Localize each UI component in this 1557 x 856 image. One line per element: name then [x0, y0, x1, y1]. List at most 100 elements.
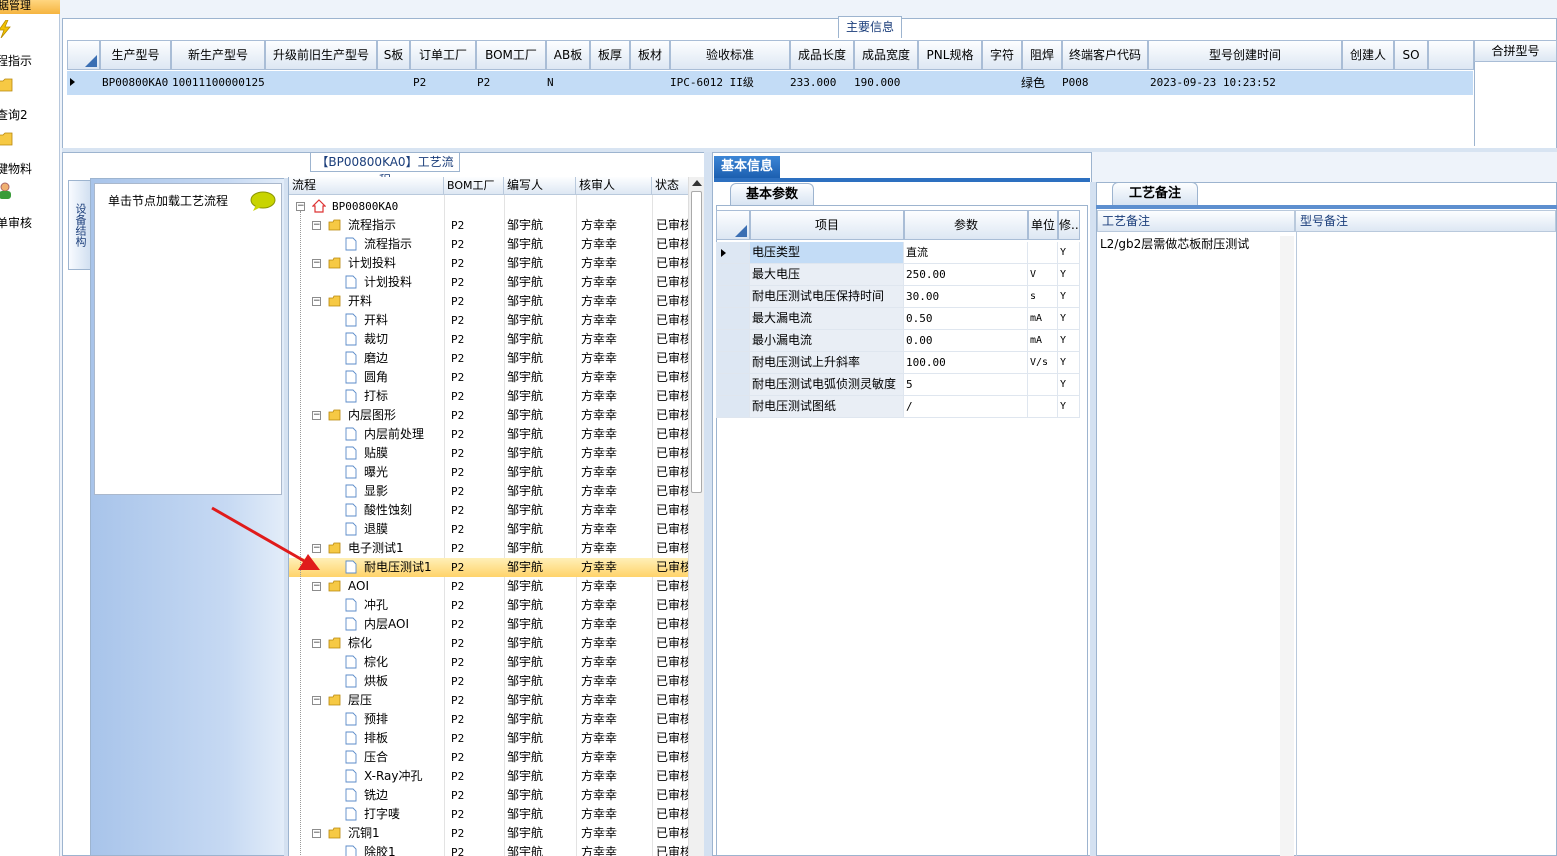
param-value[interactable]: 100.00: [904, 352, 1028, 374]
tab-basic-info[interactable]: 基本信息: [714, 156, 780, 178]
bi-col-header[interactable]: 参数: [904, 210, 1028, 240]
collapse-icon[interactable]: −: [312, 582, 321, 591]
process-remark-text[interactable]: L2/gb2层需做芯板耐压测试: [1100, 235, 1249, 252]
tree-step-row[interactable]: 酸性蚀刻 P2 邹宇航 方幸幸 已审核: [289, 501, 689, 520]
param-unit[interactable]: [1028, 242, 1058, 264]
tree-step-row[interactable]: 冲孔 P2 邹宇航 方幸幸 已审核: [289, 596, 689, 615]
bi-col-header[interactable]: 项目: [750, 210, 904, 240]
param-modifiable[interactable]: Y: [1058, 264, 1080, 286]
tree-step-row[interactable]: 圆角 P2 邹宇航 方幸幸 已审核: [289, 368, 689, 387]
col-header-merged-model[interactable]: 合拼型号: [1474, 40, 1557, 62]
collapse-icon[interactable]: −: [312, 221, 321, 230]
param-modifiable[interactable]: Y: [1058, 330, 1080, 352]
col-header[interactable]: 板材: [630, 40, 670, 70]
param-item[interactable]: 电压类型: [750, 242, 904, 264]
param-item[interactable]: 最大漏电流: [750, 308, 904, 330]
param-unit[interactable]: [1028, 396, 1058, 418]
tree-step-row[interactable]: 贴膜 P2 邹宇航 方幸幸 已审核: [289, 444, 689, 463]
param-modifiable[interactable]: Y: [1058, 286, 1080, 308]
param-modifiable[interactable]: Y: [1058, 308, 1080, 330]
tree-step-row[interactable]: 计划投料 P2 邹宇航 方幸幸 已审核: [289, 273, 689, 292]
col-header[interactable]: 成品宽度: [854, 40, 918, 70]
tree-step-row[interactable]: 显影 P2 邹宇航 方幸幸 已审核: [289, 482, 689, 501]
param-value[interactable]: /: [904, 396, 1028, 418]
tree-root-row[interactable]: − BP00800KA0: [289, 197, 689, 216]
param-item[interactable]: 耐电压测试电压保持时间: [750, 286, 904, 308]
nav-item-query2[interactable]: 查询2: [0, 76, 60, 122]
col-header[interactable]: 型号创建时间: [1148, 40, 1342, 70]
nav-item-order-audit[interactable]: 单审核: [0, 182, 60, 230]
param-item[interactable]: 耐电压测试上升斜率: [750, 352, 904, 374]
tree-col-header[interactable]: BOM工厂: [444, 177, 504, 195]
param-value[interactable]: 0.50: [904, 308, 1028, 330]
param-unit[interactable]: mA: [1028, 308, 1058, 330]
col-header[interactable]: 成品长度: [790, 40, 854, 70]
collapse-icon[interactable]: −: [296, 202, 305, 211]
tree-step-row[interactable]: 流程指示 P2 邹宇航 方幸幸 已审核: [289, 235, 689, 254]
tree-step-row[interactable]: 除胶1 P2 邹宇航 方幸幸 已审核: [289, 843, 689, 856]
col-header[interactable]: 创建人: [1342, 40, 1394, 70]
nav-top-tab[interactable]: 据管理: [0, 0, 60, 14]
param-value[interactable]: 30.00: [904, 286, 1028, 308]
bi-col-header[interactable]: 修...: [1058, 210, 1080, 240]
col-header[interactable]: S板: [377, 40, 410, 70]
collapse-icon[interactable]: −: [312, 639, 321, 648]
tree-folder-row[interactable]: − 计划投料 P2 邹宇航 方幸幸 已审核: [289, 254, 689, 273]
collapse-icon[interactable]: −: [312, 259, 321, 268]
tree-step-row[interactable]: 压合 P2 邹宇航 方幸幸 已审核: [289, 748, 689, 767]
param-unit[interactable]: V/s: [1028, 352, 1058, 374]
collapse-icon[interactable]: −: [312, 829, 321, 838]
scroll-up-icon[interactable]: [692, 180, 702, 186]
tree-folder-row[interactable]: − 层压 P2 邹宇航 方幸幸 已审核: [289, 691, 689, 710]
col-header[interactable]: 订单工厂: [410, 40, 476, 70]
tree-step-row[interactable]: 预排 P2 邹宇航 方幸幸 已审核: [289, 710, 689, 729]
param-modifiable[interactable]: Y: [1058, 396, 1080, 418]
tree-step-row[interactable]: X-Ray冲孔 P2 邹宇航 方幸幸 已审核: [289, 767, 689, 786]
tree-col-header[interactable]: 核审人: [576, 177, 652, 195]
col-header[interactable]: 阻焊: [1022, 40, 1062, 70]
col-header[interactable]: 字符: [982, 40, 1022, 70]
tree-step-row[interactable]: 磨边 P2 邹宇航 方幸幸 已审核: [289, 349, 689, 368]
param-value[interactable]: 直流: [904, 242, 1028, 264]
tree-step-row[interactable]: 烘板 P2 邹宇航 方幸幸 已审核: [289, 672, 689, 691]
col-header[interactable]: BOM工厂: [476, 40, 546, 70]
tree-step-row[interactable]: 裁切 P2 邹宇航 方幸幸 已审核: [289, 330, 689, 349]
param-modifiable[interactable]: Y: [1058, 352, 1080, 374]
param-value[interactable]: 0.00: [904, 330, 1028, 352]
tree-step-row[interactable]: 退膜 P2 邹宇航 方幸幸 已审核: [289, 520, 689, 539]
remark-scrollbar[interactable]: [1280, 236, 1294, 856]
tree-folder-row[interactable]: − 内层图形 P2 邹宇航 方幸幸 已审核: [289, 406, 689, 425]
col-header[interactable]: 板厚: [590, 40, 630, 70]
tree-step-row[interactable]: 打字唛 P2 邹宇航 方幸幸 已审核: [289, 805, 689, 824]
col-header[interactable]: 新生产型号: [171, 40, 265, 70]
nav-item-process-guide[interactable]: 程指示: [0, 20, 60, 68]
col-header[interactable]: SO: [1394, 40, 1428, 70]
param-value[interactable]: 5: [904, 374, 1028, 396]
tree-folder-row[interactable]: − 沉铜1 P2 邹宇航 方幸幸 已审核: [289, 824, 689, 843]
tree-folder-row[interactable]: − 开料 P2 邹宇航 方幸幸 已审核: [289, 292, 689, 311]
param-value[interactable]: 250.00: [904, 264, 1028, 286]
tree-step-row[interactable]: 排板 P2 邹宇航 方幸幸 已审核: [289, 729, 689, 748]
tree-col-header[interactable]: 状态: [652, 177, 692, 195]
param-unit[interactable]: s: [1028, 286, 1058, 308]
tree-step-row[interactable]: 内层AOI P2 邹宇航 方幸幸 已审核: [289, 615, 689, 634]
tree-col-header[interactable]: 流程: [289, 177, 444, 195]
tab-basic-params[interactable]: 基本参数: [730, 183, 814, 205]
tree-folder-row[interactable]: − 流程指示 P2 邹宇航 方幸幸 已审核: [289, 216, 689, 235]
nav-item-key-material[interactable]: 键物料: [0, 130, 60, 176]
tab-process-remarks[interactable]: 工艺备注: [1112, 182, 1198, 205]
tree-step-row[interactable]: 耐电压测试1 P2 邹宇航 方幸幸 已审核: [289, 558, 689, 577]
tree-folder-row[interactable]: − 棕化 P2 邹宇航 方幸幸 已审核: [289, 634, 689, 653]
side-tab-equipment[interactable]: 设备结构: [68, 180, 90, 270]
param-item[interactable]: 最小漏电流: [750, 330, 904, 352]
tree-step-row[interactable]: 内层前处理 P2 邹宇航 方幸幸 已审核: [289, 425, 689, 444]
collapse-icon[interactable]: −: [312, 297, 321, 306]
param-unit[interactable]: [1028, 374, 1058, 396]
param-unit[interactable]: V: [1028, 264, 1058, 286]
tree-step-row[interactable]: 棕化 P2 邹宇航 方幸幸 已审核: [289, 653, 689, 672]
param-item[interactable]: 最大电压: [750, 264, 904, 286]
param-item[interactable]: 耐电压测试图纸: [750, 396, 904, 418]
col-header[interactable]: PNL规格: [918, 40, 982, 70]
col-header[interactable]: 终端客户代码: [1062, 40, 1148, 70]
tree-step-row[interactable]: 铣边 P2 邹宇航 方幸幸 已审核: [289, 786, 689, 805]
